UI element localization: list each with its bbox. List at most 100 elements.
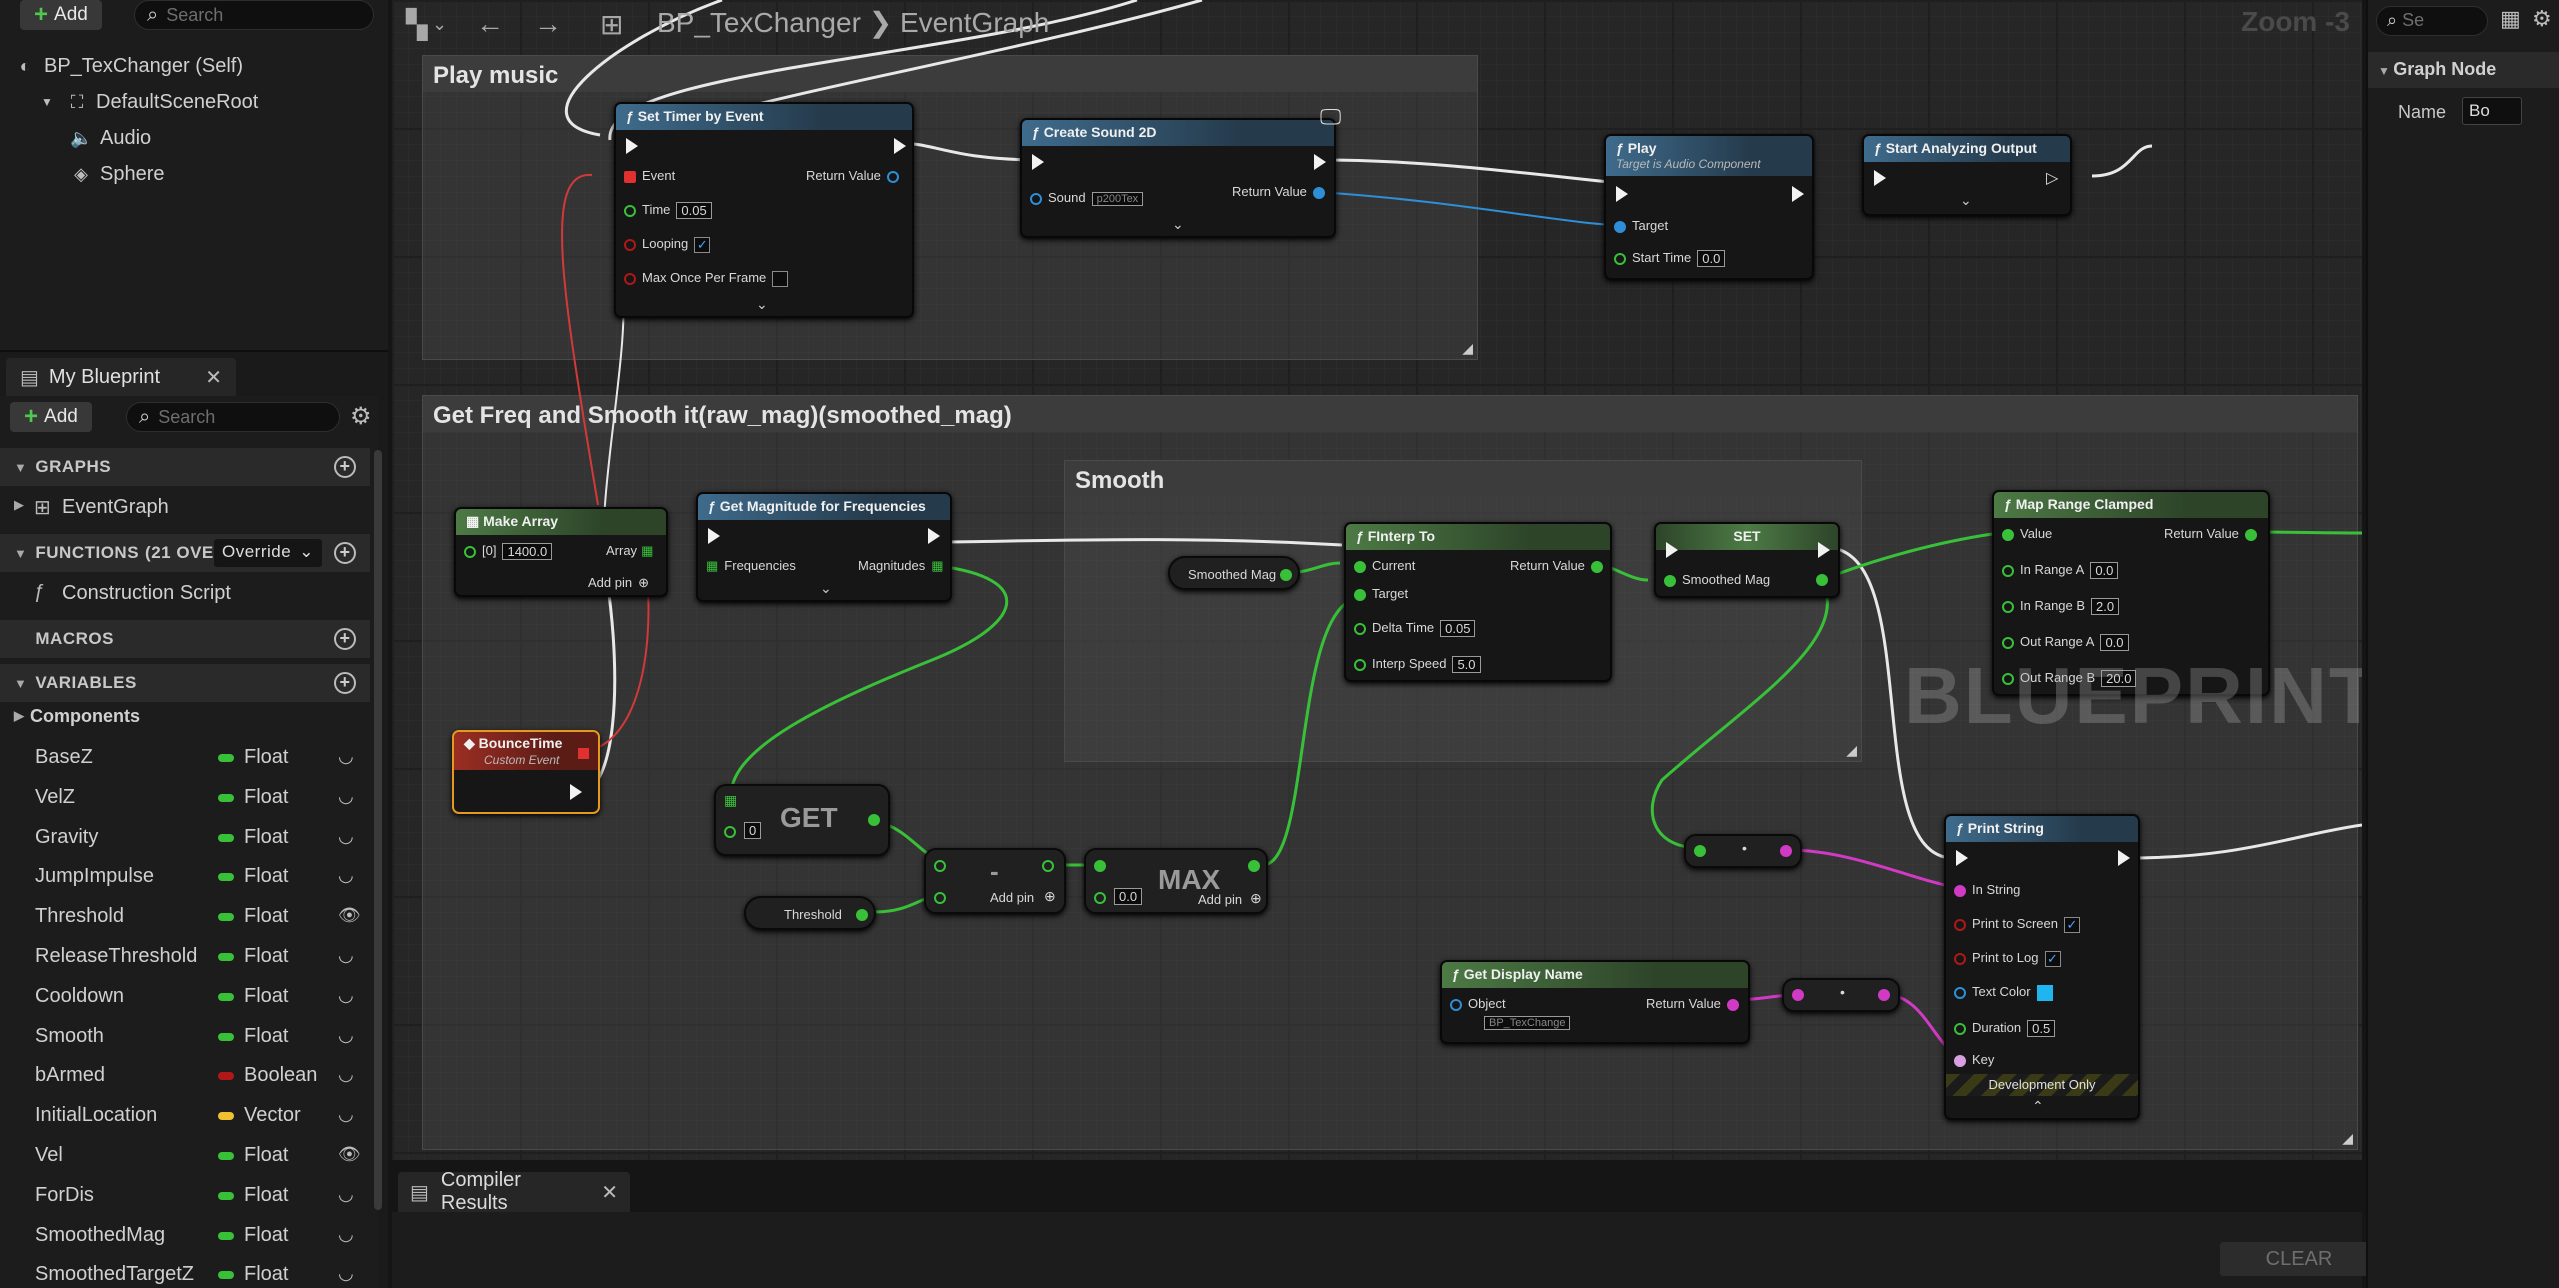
eye-open-icon[interactable]: 👁 — [338, 1144, 361, 1165]
variable-row[interactable]: Gravity Float ◡ — [0, 818, 370, 857]
eye-open-icon[interactable]: 👁 — [338, 905, 361, 926]
checkmark-icon[interactable]: ✓ — [2044, 950, 2061, 967]
interp-speed-pin[interactable]: Interp Speed 5.0 — [1354, 656, 1481, 674]
exec-out-pin[interactable] — [1792, 186, 1804, 202]
variable-row[interactable]: ForDis Float ◡ — [0, 1176, 370, 1215]
node-threshold-getter[interactable]: Threshold — [744, 896, 876, 930]
variable-row[interactable]: Vel Float 👁 — [0, 1136, 370, 1175]
add-variable-icon[interactable]: + — [334, 672, 356, 694]
out-range-a-pin[interactable]: Out Range A 0.0 — [2002, 634, 2129, 652]
array-element-pin[interactable]: [0] 1400.0 — [464, 543, 553, 561]
close-icon[interactable]: ✕ — [205, 365, 222, 390]
eye-closed-icon[interactable]: ◡ — [338, 1025, 354, 1046]
exec-in-pin[interactable] — [708, 528, 720, 544]
eye-closed-icon[interactable]: ◡ — [338, 1064, 354, 1085]
compiler-results-tab[interactable]: ▤ Compiler Results ✕ — [398, 1169, 630, 1214]
frequencies-pin[interactable]: ▦ Frequencies — [706, 558, 796, 574]
gear-icon[interactable]: ⚙ — [2532, 6, 2552, 32]
return-value-pin[interactable]: Return Value — [806, 168, 905, 183]
input-a-pin[interactable] — [1094, 860, 1106, 872]
add-pin-button[interactable]: Add pin ⊕ — [588, 575, 649, 591]
output-pin[interactable] — [1280, 569, 1292, 581]
sound-pin[interactable]: Sound p200Tex — [1030, 190, 1144, 206]
eye-closed-icon[interactable]: ◡ — [338, 1184, 354, 1205]
exec-in-pin[interactable] — [626, 138, 638, 154]
array-out-pin[interactable]: Array ▦ — [606, 543, 653, 559]
add-function-icon[interactable]: + — [334, 542, 356, 564]
start-time-pin[interactable]: Start Time 0.0 — [1614, 250, 1726, 268]
table-view-icon[interactable]: ▦ — [2500, 6, 2521, 32]
input-pin[interactable] — [1792, 989, 1804, 1001]
return-value-pin[interactable]: Return Value — [1646, 996, 1745, 1011]
node-finterp-to[interactable]: ƒ FInterp To Current Return Value Target… — [1344, 522, 1612, 682]
node-print-string[interactable]: ƒ Print String In String Print to Screen… — [1944, 814, 2140, 1120]
in-range-a-pin[interactable]: In Range A 0.0 — [2002, 562, 2119, 580]
function-item-construction-script[interactable]: ƒ Construction Script — [0, 574, 370, 613]
node-bouncetime-custom-event[interactable]: ◆ BounceTime Custom Event — [452, 730, 600, 814]
event-pin[interactable]: Event — [624, 168, 675, 183]
output-pin[interactable] — [1248, 860, 1260, 872]
eye-closed-icon[interactable]: ◡ — [338, 1104, 354, 1125]
chevron-up-icon[interactable]: ⌃ — [2032, 1098, 2044, 1115]
eye-closed-icon[interactable]: ◡ — [338, 1224, 354, 1245]
my-blueprint-tab[interactable]: ▤ My Blueprint ✕ — [6, 358, 236, 396]
add-circle-icon[interactable]: ⊕ — [1250, 890, 1262, 907]
color-swatch[interactable] — [2036, 984, 2053, 1001]
output-pin[interactable] — [1816, 574, 1828, 586]
delegate-pin[interactable] — [578, 748, 589, 759]
chevron-down-icon[interactable]: ⌄ — [756, 296, 768, 313]
graph-hierarchy-icon[interactable]: ⊞ — [600, 8, 623, 41]
variables-section-header[interactable]: ▼ VARIABLES + — [0, 664, 370, 702]
reroute-node-string[interactable]: • — [1782, 978, 1900, 1012]
add-graph-icon[interactable]: + — [334, 456, 356, 478]
exec-out-pin[interactable] — [1314, 154, 1326, 170]
graph-node-section-header[interactable]: ▼ Graph Node — [2368, 52, 2559, 88]
exec-in-pin[interactable] — [1874, 170, 1886, 186]
functions-section-header[interactable]: ▼ FUNCTIONS (21 OVERRI Override ⌄ + — [0, 534, 370, 572]
smoothed-mag-pin[interactable]: Smoothed Mag — [1664, 572, 1770, 587]
value-pin[interactable]: Value — [2002, 526, 2052, 541]
variable-row[interactable]: Smooth Float ◡ — [0, 1017, 370, 1056]
variable-row[interactable]: JumpImpulse Float ◡ — [0, 857, 370, 896]
node-subtract[interactable]: - Add pin ⊕ — [924, 848, 1066, 914]
close-icon[interactable]: ✕ — [601, 1180, 618, 1205]
variable-row[interactable]: VelZ Float ◡ — [0, 778, 370, 817]
node-get-magnitude-for-frequencies[interactable]: ƒ Get Magnitude for Frequencies ▦ Frequen… — [696, 492, 952, 602]
bookmark-icon[interactable]: ▚ — [406, 8, 428, 41]
chevron-down-icon[interactable]: ⌄ — [1960, 192, 1972, 209]
variable-row[interactable]: BaseZ Float ◡ — [0, 738, 370, 777]
time-pin[interactable]: Time 0.05 — [624, 202, 712, 220]
object-pin[interactable]: Object — [1450, 996, 1506, 1011]
eye-closed-icon[interactable]: ◡ — [338, 865, 354, 886]
input-b-pin[interactable] — [934, 892, 946, 904]
output-pin[interactable] — [1780, 845, 1792, 857]
current-pin[interactable]: Current — [1354, 558, 1415, 573]
index-pin[interactable] — [724, 826, 736, 838]
variable-row[interactable]: SmoothedMag Float ◡ — [0, 1216, 370, 1255]
tree-item-self[interactable]: ◐ BP_TexChanger (Self) — [14, 49, 243, 83]
duration-pin[interactable]: Duration 0.5 — [1954, 1020, 2056, 1038]
eye-closed-icon[interactable]: ◡ — [338, 1263, 354, 1284]
components-category[interactable]: ▶ Components — [0, 702, 370, 732]
exec-out-pin[interactable] — [1818, 542, 1830, 558]
variable-row[interactable]: bArmed Boolean ◡ — [0, 1056, 370, 1095]
looping-pin[interactable]: Looping ✓ — [624, 236, 711, 253]
add-member-button[interactable]: + Add — [10, 402, 92, 432]
reroute-node-float[interactable]: • — [1684, 834, 1802, 868]
get-output-pin[interactable] — [868, 814, 880, 826]
node-smoothed-mag-getter[interactable]: Smoothed Mag — [1168, 556, 1300, 590]
add-circle-icon[interactable]: ⊕ — [1044, 888, 1056, 905]
object-value-field[interactable]: BP_TexChange — [1478, 1014, 1571, 1030]
override-dropdown[interactable]: Override ⌄ — [214, 539, 322, 567]
node-play[interactable]: ƒ Play Target is Audio Component Target S… — [1604, 134, 1814, 280]
node-set-timer-by-event[interactable]: ƒ Set Timer by Event Event Return Value … — [614, 102, 914, 318]
breadcrumb-blueprint[interactable]: BP_TexChanger — [657, 7, 861, 38]
print-to-log-pin[interactable]: Print to Log ✓ — [1954, 950, 2061, 967]
exec-out-pin[interactable] — [928, 528, 940, 544]
clear-button[interactable]: CLEAR — [2220, 1242, 2378, 1276]
output-pin[interactable] — [1878, 989, 1890, 1001]
exec-out-pin[interactable] — [570, 784, 582, 800]
magnitudes-pin[interactable]: Magnitudes ▦ — [858, 558, 944, 574]
node-max[interactable]: MAX 0.0 Add pin ⊕ — [1084, 848, 1268, 914]
exec-out-pin[interactable] — [2118, 850, 2130, 866]
